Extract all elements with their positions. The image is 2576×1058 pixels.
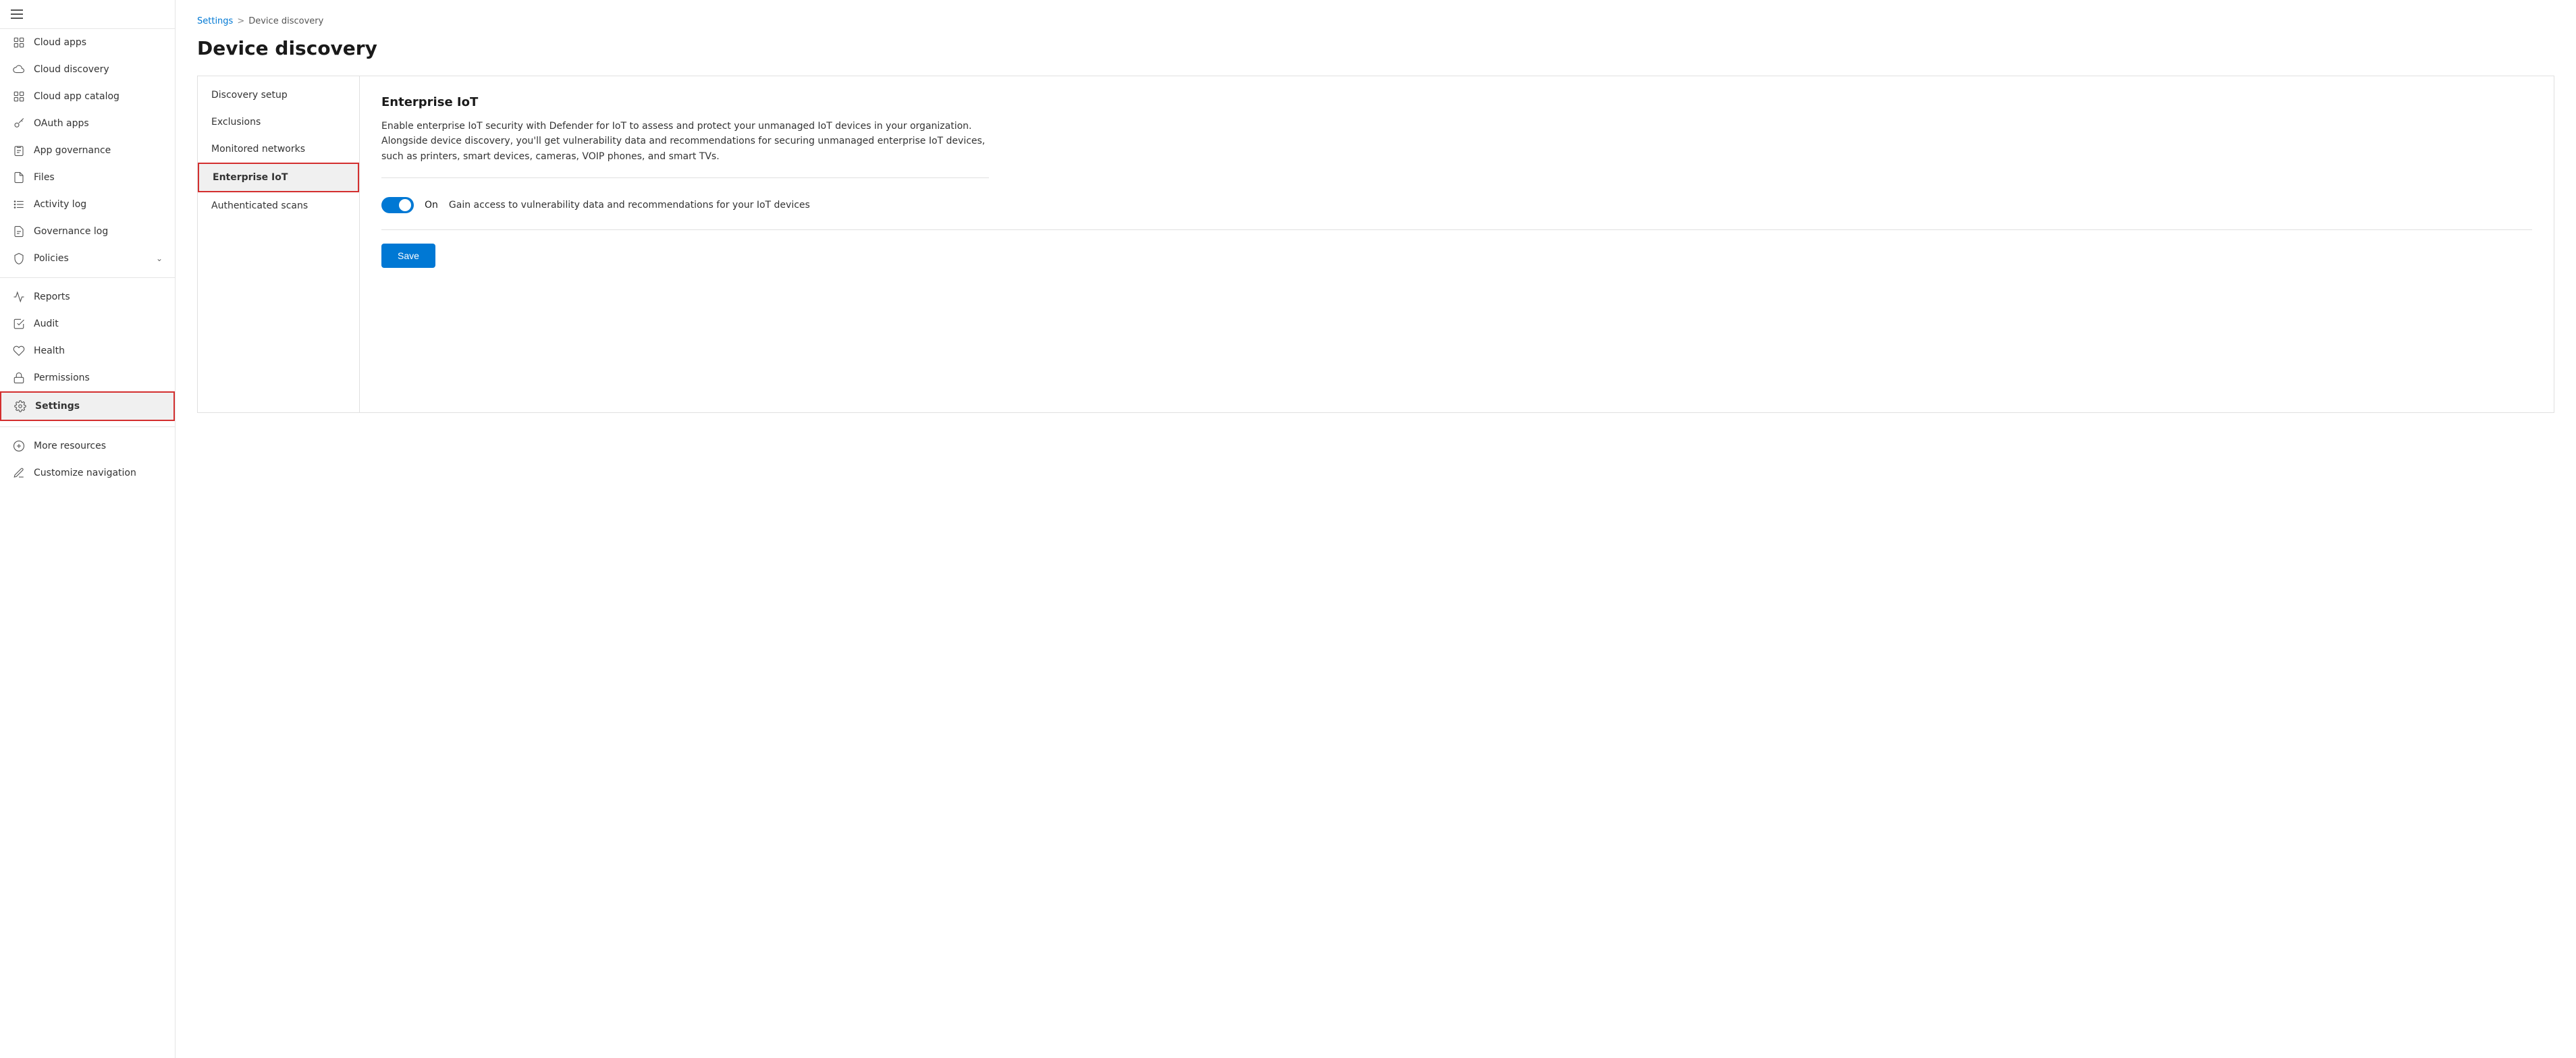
clipboard-icon [12, 144, 26, 157]
breadcrumb-current: Device discovery [248, 16, 323, 26]
chevron-down-icon: ⌄ [156, 254, 163, 263]
sidebar-item-health[interactable]: Health [0, 337, 175, 364]
document-icon [12, 225, 26, 238]
enterprise-iot-toggle[interactable] [381, 197, 414, 213]
subnav-discovery-setup[interactable]: Discovery setup [198, 82, 359, 109]
sidebar-item-label: Reports [34, 291, 163, 302]
save-button[interactable]: Save [381, 244, 435, 268]
toggle-label: On [425, 200, 438, 211]
sidebar-item-label: Customize navigation [34, 468, 163, 478]
toggle-track [381, 197, 414, 213]
subnav-monitored-networks[interactable]: Monitored networks [198, 136, 359, 163]
edit-icon [12, 466, 26, 480]
sidebar-item-label: OAuth apps [34, 118, 163, 129]
key-icon [12, 117, 26, 130]
main-content: Settings > Device discovery Device disco… [176, 0, 2576, 1058]
sidebar-item-label: App governance [34, 145, 163, 156]
breadcrumb-parent[interactable]: Settings [197, 16, 233, 26]
heart-icon [12, 344, 26, 358]
content-area: Settings > Device discovery Device disco… [176, 0, 2576, 1058]
gear-icon [14, 399, 27, 413]
breadcrumb: Settings > Device discovery [197, 16, 2554, 26]
sidebar-item-label: Health [34, 345, 163, 356]
sidebar-item-settings[interactable]: Settings [0, 391, 175, 421]
sidebar-item-label: Cloud app catalog [34, 91, 163, 102]
sidebar-item-permissions[interactable]: Permissions [0, 364, 175, 391]
subnav-enterprise-iot[interactable]: Enterprise IoT [198, 163, 359, 192]
sidebar-item-policies[interactable]: Policies ⌄ [0, 245, 175, 272]
detail-panel: Enterprise IoT Enable enterprise IoT sec… [360, 76, 2554, 412]
sidebar-item-activity-log[interactable]: Activity log [0, 191, 175, 218]
sidebar-item-label: Governance log [34, 226, 163, 237]
sidebar-item-files[interactable]: Files [0, 164, 175, 191]
sidebar-divider-2 [0, 426, 175, 427]
sidebar-item-cloud-app-catalog[interactable]: Cloud app catalog [0, 83, 175, 110]
settings-panel: Discovery setup Exclusions Monitored net… [197, 76, 2554, 413]
sidebar-item-label: Files [34, 172, 163, 183]
sidebar-item-reports[interactable]: Reports [0, 283, 175, 310]
save-section: Save [381, 229, 2532, 268]
grid-icon [12, 36, 26, 49]
detail-title: Enterprise IoT [381, 95, 2532, 109]
apps-icon [12, 90, 26, 103]
sidebar-item-app-governance[interactable]: App governance [0, 137, 175, 164]
checklist-icon [12, 317, 26, 331]
detail-description: Enable enterprise IoT security with Defe… [381, 119, 989, 178]
subnav-authenticated-scans[interactable]: Authenticated scans [198, 192, 359, 219]
lock-icon [12, 371, 26, 385]
page-title: Device discovery [197, 37, 2554, 59]
sidebar-item-governance-log[interactable]: Governance log [0, 218, 175, 245]
sidebar-item-label: Permissions [34, 372, 163, 383]
sidebar-item-label: Activity log [34, 199, 163, 210]
sidebar-item-audit[interactable]: Audit [0, 310, 175, 337]
toggle-row: On Gain access to vulnerability data and… [381, 197, 2532, 213]
sidebar-item-customize-navigation[interactable]: Customize navigation [0, 460, 175, 486]
cloud-icon [12, 63, 26, 76]
file-icon [12, 171, 26, 184]
shield-icon [12, 252, 26, 265]
toggle-thumb [399, 199, 411, 211]
subnav-exclusions[interactable]: Exclusions [198, 109, 359, 136]
sidebar-item-label: Audit [34, 318, 163, 329]
sub-navigation: Discovery setup Exclusions Monitored net… [198, 76, 360, 412]
sidebar: Cloud apps Cloud discovery Cloud app cat… [0, 0, 176, 1058]
external-icon [12, 439, 26, 453]
sidebar-item-oauth-apps[interactable]: OAuth apps [0, 110, 175, 137]
menu-icon[interactable] [11, 9, 23, 19]
sidebar-item-label: Settings [35, 401, 161, 412]
sidebar-item-more-resources[interactable]: More resources [0, 433, 175, 460]
list-icon [12, 198, 26, 211]
sidebar-item-label: More resources [34, 441, 163, 451]
sidebar-divider-1 [0, 277, 175, 278]
sidebar-item-label: Cloud apps [34, 37, 163, 48]
sidebar-item-label: Policies [34, 253, 148, 264]
sidebar-item-cloud-discovery[interactable]: Cloud discovery [0, 56, 175, 83]
breadcrumb-separator: > [237, 16, 244, 26]
sidebar-header[interactable] [0, 0, 175, 29]
sidebar-item-label: Cloud discovery [34, 64, 163, 75]
chart-icon [12, 290, 26, 304]
toggle-description: Gain access to vulnerability data and re… [449, 200, 810, 211]
sidebar-item-cloud-apps[interactable]: Cloud apps [0, 29, 175, 56]
